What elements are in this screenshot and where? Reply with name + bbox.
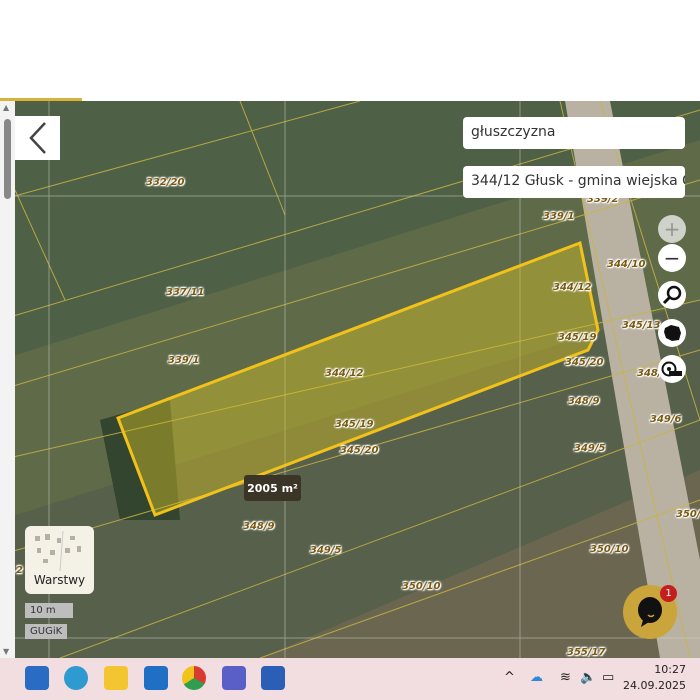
volume-icon[interactable]: 🔈 (580, 670, 596, 685)
layers-button[interactable]: Warstwy (25, 526, 94, 594)
measure-tool-button[interactable] (658, 355, 686, 383)
scale-bar: 10 m (25, 603, 73, 618)
parcel-label: 345/19 (335, 419, 374, 430)
parcel-label: 350/10 (590, 544, 629, 555)
tape-measure-icon (661, 361, 682, 377)
scrollbar[interactable]: ▲ ▼ (0, 101, 15, 658)
attribution-label: GUGiK (25, 624, 68, 639)
chat-bubble-icon (638, 597, 662, 627)
parcel-label: 349/5 (310, 545, 342, 556)
taskbar: ^ ☁ ≋ 🔈 ▭ 10:27 24.09.2025 (0, 658, 700, 700)
layers-label: Warstwy (33, 573, 86, 587)
parcel-label: 349/5 (574, 443, 606, 454)
taskbar-teams[interactable] (222, 666, 246, 690)
poland-map-icon (664, 325, 681, 341)
taskbar-file-explorer[interactable] (104, 666, 128, 690)
parcel-label: 350/10 (402, 581, 441, 592)
notification-badge: 1 (660, 585, 677, 602)
taskbar-edge[interactable] (64, 666, 88, 690)
parcel-label: 339/1 (168, 355, 200, 366)
parcel-label: 332/20 (146, 177, 185, 188)
taskbar-store[interactable] (25, 666, 49, 690)
search-input[interactable]: głuszczyzna (463, 117, 685, 149)
magnifier-icon (662, 285, 682, 305)
parcel-label: 345/20 (565, 357, 604, 368)
taskbar-word[interactable] (261, 666, 285, 690)
parcel-label: 344/10 (607, 259, 646, 270)
zoom-out-button[interactable]: − (658, 244, 686, 272)
parcel-label: 2 (16, 565, 23, 576)
parcel-label: 344/12 (325, 368, 364, 379)
taskbar-outlook[interactable] (144, 666, 168, 690)
scroll-down-icon[interactable]: ▼ (3, 647, 9, 656)
parcel-label: 345/19 (558, 332, 597, 343)
onedrive-cloud-icon[interactable]: ☁ (530, 670, 543, 685)
zoom-in-button[interactable]: + (658, 215, 686, 243)
taskbar-chrome[interactable] (182, 666, 206, 690)
country-extent-button[interactable] (658, 319, 686, 347)
parcel-label: 348/9 (243, 521, 275, 532)
parcel-label: 337/11 (166, 287, 205, 298)
parcel-label: 344/12 (553, 282, 592, 293)
clock-time: 10:27 (654, 663, 686, 676)
parcel-info-field[interactable]: 344/12 Głusk - gmina wiejska G (463, 166, 685, 198)
battery-icon[interactable]: ▭ (602, 670, 614, 685)
minus-icon: − (663, 246, 681, 270)
scroll-up-icon[interactable]: ▲ (3, 103, 9, 112)
parcel-label: 355/17 (567, 647, 606, 658)
chevron-left-icon (28, 122, 46, 154)
parcel-label: 348/9 (568, 396, 600, 407)
plus-icon: + (663, 217, 681, 241)
page-header (0, 0, 700, 100)
parcel-label: 345/20 (340, 445, 379, 456)
show-hidden-icons-chevron-icon[interactable]: ^ (504, 670, 515, 685)
clock[interactable]: 10:27 24.09.2025 (623, 662, 686, 694)
search-tool-button[interactable] (658, 281, 686, 309)
parcel-label: 349/6 (650, 414, 682, 425)
area-measurement-label: 2005 m² (244, 475, 301, 501)
back-button[interactable] (15, 116, 60, 160)
parcel-label: 350/ (676, 509, 700, 520)
clock-date: 24.09.2025 (623, 679, 686, 692)
scrollbar-thumb[interactable] (4, 119, 11, 199)
parcel-label: 339/1 (543, 211, 575, 222)
parcel-label: 345/13 (622, 320, 661, 331)
wifi-icon[interactable]: ≋ (560, 670, 571, 685)
